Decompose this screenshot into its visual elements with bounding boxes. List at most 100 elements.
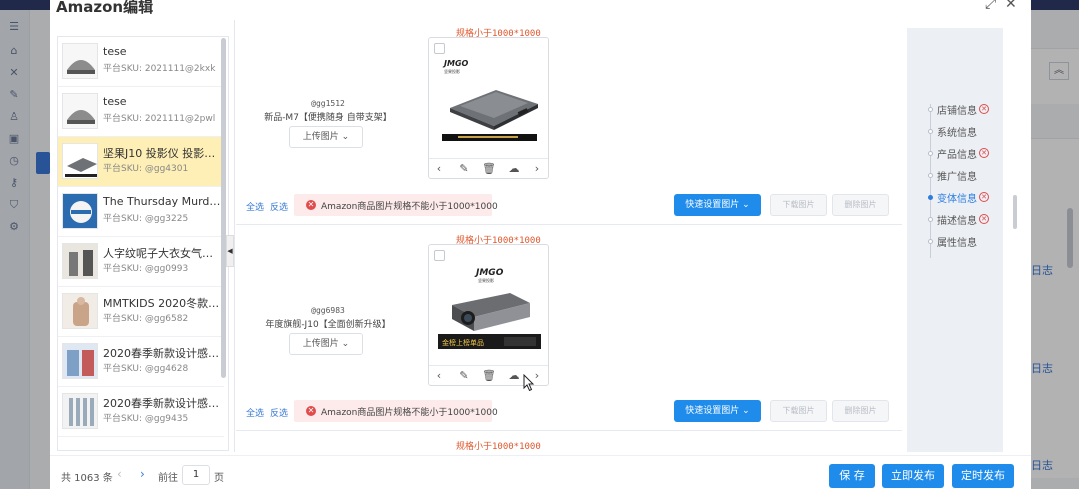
svg-text:坚果投影: 坚果投影 — [478, 277, 494, 283]
product-sku: 平台SKU: @gg3225 — [103, 214, 189, 224]
nav-dot — [928, 217, 933, 222]
product-title: tese — [103, 45, 127, 58]
section-nav-label: 产品信息 — [937, 150, 977, 161]
image-card: JMGO 坚果投影 金榜上榜单品 ‹ ✎ 🗑 ☁ › — [428, 244, 549, 386]
divider — [236, 430, 902, 431]
product-list-item[interactable]: MMTKIDS 2020冬款儿... 平台SKU: @gg6582 — [58, 287, 224, 337]
section-nav: 店铺信息 ✕ 系统信息 产品信息 ✕ 推广信息 变体信息 ✕ 描述信息 ✕ 属性信息 — [907, 28, 1003, 452]
variant-code: @gg6983 — [311, 306, 345, 315]
product-thumbnail — [62, 393, 98, 429]
modal-header: Amazon编辑 ⤢ ✕ — [50, 0, 1031, 20]
upload-cloud-icon[interactable]: ☁ — [507, 162, 521, 176]
product-thumbnail — [62, 193, 98, 229]
product-list-scrollbar[interactable] — [221, 38, 226, 378]
divider — [234, 20, 235, 452]
product-sku: 平台SKU: 2021111@2kxk — [103, 64, 216, 74]
upload-image-button[interactable]: 上传图片 ⌄ — [289, 126, 363, 148]
product-list-item[interactable]: 2020春季新款设计感小... 平台SKU: @gg4628 — [58, 337, 224, 387]
nav-dot — [928, 195, 933, 200]
product-title: 2020春季新款设计感小... — [103, 347, 221, 360]
section-nav-label: 变体信息 — [937, 194, 977, 205]
image-card: JMGO 坚果投影 ‹ ✎ 🗑 ☁ › — [428, 37, 549, 179]
modal-title: Amazon编辑 — [56, 0, 154, 16]
nav-dot — [928, 107, 933, 112]
close-icon[interactable]: ✕ — [1005, 0, 1017, 12]
invert-selection-link[interactable]: 反选 — [270, 406, 288, 419]
nav-dot — [928, 129, 933, 134]
product-sku: 平台SKU: 2021111@2pwl — [103, 114, 216, 124]
section-nav-label: 描述信息 — [937, 216, 977, 227]
svg-text:坚果投影: 坚果投影 — [444, 68, 460, 74]
variant-code: @gg1512 — [311, 99, 345, 108]
product-list-item[interactable]: 人字纹呢子大衣女气质2... 平台SKU: @gg0993 — [58, 237, 224, 287]
pencil-icon[interactable]: ✎ — [457, 162, 471, 176]
product-title: 人字纹呢子大衣女气质2... — [103, 247, 221, 260]
pencil-icon[interactable]: ✎ — [457, 369, 471, 383]
section-nav-label: 店铺信息 — [937, 106, 977, 117]
save-button[interactable]: 保 存 — [829, 464, 875, 488]
goto-label: 前往 — [158, 473, 178, 484]
section-nav-track — [930, 104, 931, 258]
page-unit-label: 页 — [214, 473, 224, 484]
quick-set-images-button[interactable]: 快速设置图片 ⌄ — [674, 400, 761, 422]
trash-icon[interactable]: 🗑 — [482, 162, 496, 176]
nav-dot — [928, 151, 933, 156]
move-left-icon[interactable]: ‹ — [432, 369, 446, 383]
collapse-left-panel-button[interactable]: ◀ — [226, 235, 234, 267]
modal-scrollbar[interactable] — [1013, 195, 1017, 229]
nav-dot — [928, 239, 933, 244]
next-page-icon[interactable]: › — [140, 467, 145, 481]
move-left-icon[interactable]: ‹ — [432, 162, 446, 176]
product-sku: 平台SKU: @gg4628 — [103, 364, 189, 374]
section-nav-label: 系统信息 — [937, 128, 977, 139]
product-thumbnail — [62, 343, 98, 379]
download-images-button[interactable]: 下载图片 — [770, 194, 827, 216]
product-title: 坚果J10 投影仪 投影仪... — [103, 147, 221, 160]
divider — [236, 224, 902, 225]
select-all-link[interactable]: 全选 — [246, 200, 264, 213]
quick-set-images-button[interactable]: 快速设置图片 ⌄ — [674, 194, 761, 216]
select-all-link[interactable]: 全选 — [246, 406, 264, 419]
download-images-button[interactable]: 下载图片 — [770, 400, 827, 422]
chevron-down-icon: ⌄ — [742, 200, 750, 210]
variant-name: 新品-M7【便携随身 自带支架】 — [264, 113, 392, 123]
product-thumbnail — [62, 93, 98, 129]
move-right-icon[interactable]: › — [530, 162, 544, 176]
product-thumbnail — [62, 293, 98, 329]
product-sku: 平台SKU: @gg6582 — [103, 314, 189, 324]
product-image-m7[interactable]: JMGO 坚果投影 — [438, 56, 541, 142]
product-title: 2020春季新款设计感小... — [103, 397, 221, 410]
error-message: Amazon商品图片规格不能小于1000*1000 — [321, 202, 498, 212]
product-list-item[interactable]: 坚果J10 投影仪 投影仪... 平台SKU: @gg4301 — [58, 137, 224, 187]
delete-images-button[interactable]: 删除图片 — [832, 194, 889, 216]
scheduled-publish-button[interactable]: 定时发布 — [952, 464, 1014, 488]
invert-selection-link[interactable]: 反选 — [270, 200, 288, 213]
image-toolbar: ‹ ✎ 🗑 ☁ › — [429, 158, 548, 178]
error-icon: ✕ — [306, 406, 316, 416]
product-list: tese 平台SKU: 2021111@2kxk tese 平台SKU: 202111… — [57, 36, 229, 451]
error-alert: ✕ Amazon商品图片规格不能小于1000*1000 — [294, 400, 498, 422]
product-title: The Thursday Murder C... — [103, 195, 221, 208]
image-checkbox[interactable] — [434, 250, 445, 261]
prev-page-icon[interactable]: ‹ — [117, 467, 122, 481]
page-number-input[interactable]: 1 — [182, 465, 210, 485]
spec-tip: 规格小于1000*1000 — [456, 442, 541, 452]
product-title: MMTKIDS 2020冬款儿... — [103, 297, 221, 310]
publish-now-button[interactable]: 立即发布 — [882, 464, 944, 488]
product-title: tese — [103, 95, 127, 108]
image-checkbox[interactable] — [434, 43, 445, 54]
product-list-item[interactable]: tese 平台SKU: 2021111@2pwl — [58, 87, 224, 137]
divider — [50, 455, 1031, 456]
product-image-j10[interactable]: JMGO 坚果投影 金榜上榜单品 — [438, 263, 541, 349]
upload-cloud-icon[interactable]: ☁ — [507, 369, 521, 383]
upload-image-button[interactable]: 上传图片 ⌄ — [289, 333, 363, 355]
product-list-item[interactable]: tese 平台SKU: 2021111@2kxk — [58, 37, 224, 87]
warning-icon: ✕ — [979, 104, 989, 114]
trash-icon[interactable]: 🗑 — [482, 369, 496, 383]
product-sku: 平台SKU: @gg0993 — [103, 264, 189, 274]
expand-icon[interactable]: ⤢ — [985, 0, 996, 12]
delete-images-button[interactable]: 删除图片 — [832, 400, 889, 422]
product-list-item[interactable]: 2020春季新款设计感小... 平台SKU: @gg9435 — [58, 387, 224, 437]
brand-logo-text: JMGO — [474, 268, 504, 278]
product-list-item[interactable]: The Thursday Murder C... 平台SKU: @gg3225 — [58, 187, 224, 237]
